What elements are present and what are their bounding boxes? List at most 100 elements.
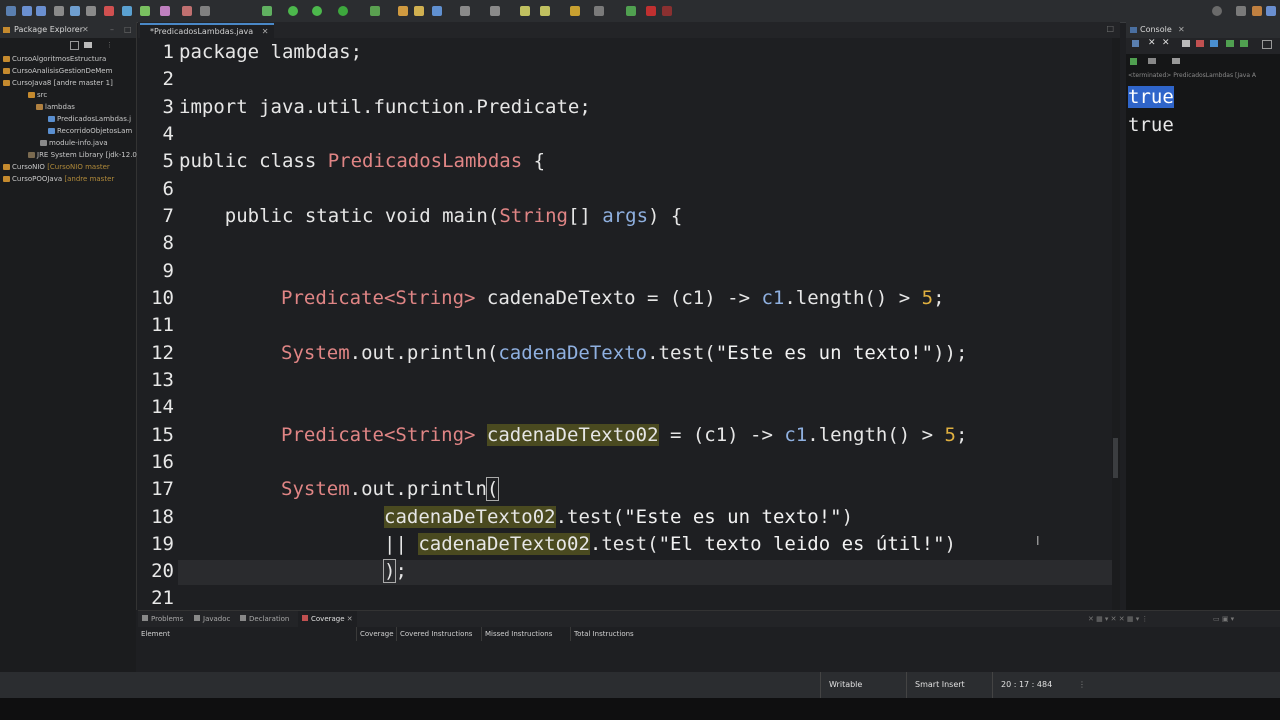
coverage-icon[interactable] bbox=[104, 6, 114, 16]
forward-icon[interactable] bbox=[594, 6, 604, 16]
package-explorer-tab[interactable]: Package Explorer ✕ – □ bbox=[0, 22, 136, 38]
next-annotation-icon[interactable] bbox=[520, 6, 530, 16]
current-line-highlight bbox=[178, 560, 1112, 585]
code-line: package lambdas; bbox=[179, 41, 363, 63]
quick-access-search-icon[interactable] bbox=[1212, 6, 1222, 16]
scroll-thumb[interactable] bbox=[1113, 438, 1118, 478]
tree-item[interactable]: JRE System Library [jdk-12.0 bbox=[28, 151, 137, 160]
code-line: System.out.println( bbox=[281, 477, 500, 501]
java-perspective-icon[interactable] bbox=[1252, 6, 1262, 16]
column-header[interactable]: Missed Instructions bbox=[481, 627, 552, 641]
print-icon[interactable] bbox=[54, 6, 64, 16]
tool-icon[interactable] bbox=[86, 6, 96, 16]
tab-problems[interactable]: Problems bbox=[142, 611, 183, 627]
console-tab[interactable]: Console ✕ bbox=[1126, 22, 1280, 38]
debug-icon[interactable] bbox=[262, 6, 272, 16]
line-number: 2 bbox=[162, 68, 174, 90]
remove-all-icon[interactable]: ✕ bbox=[1162, 38, 1170, 48]
maximize-icon[interactable] bbox=[1262, 40, 1272, 49]
tree-item[interactable]: CursoAlgoritmosEstructura bbox=[3, 55, 106, 64]
debug-perspective-icon[interactable] bbox=[1266, 6, 1276, 16]
column-header[interactable]: Coverage bbox=[356, 627, 394, 641]
open-type-icon[interactable] bbox=[398, 6, 408, 16]
tree-item[interactable]: PredicadosLambdas.j bbox=[48, 115, 131, 124]
new-console-icon[interactable] bbox=[1172, 58, 1180, 64]
view-menu-icon[interactable]: ⋮ bbox=[106, 41, 113, 49]
status-menu-icon[interactable]: ⋮ bbox=[1078, 672, 1086, 698]
tree-item[interactable]: CursoJava8 [andre master 1] bbox=[3, 79, 113, 88]
view-menu-icon[interactable]: ▭ ▣ ▾ bbox=[1213, 611, 1234, 627]
back-icon[interactable] bbox=[570, 6, 580, 16]
outline-icon[interactable] bbox=[460, 6, 470, 16]
tree-item[interactable]: src bbox=[28, 91, 47, 100]
tree-item[interactable]: module-info.java bbox=[40, 139, 108, 148]
perspective-icon[interactable] bbox=[626, 6, 636, 16]
close-icon[interactable]: ✕ bbox=[1178, 22, 1185, 38]
tab-javadoc[interactable]: Javadoc bbox=[194, 611, 230, 627]
coverage-toolbar-icons[interactable]: ✕ ▦ ▾ ✕ ✕ ▦ ▾ ⋮ bbox=[1088, 611, 1148, 627]
close-icon[interactable]: ✕ bbox=[347, 615, 353, 623]
new-icon[interactable] bbox=[6, 6, 16, 16]
run-coverage-icon[interactable] bbox=[312, 6, 322, 16]
bracket-match: ) bbox=[382, 559, 397, 583]
console-list-icon[interactable] bbox=[1148, 58, 1156, 64]
clear-console-icon[interactable] bbox=[1182, 40, 1190, 47]
column-header[interactable]: Element bbox=[138, 627, 170, 641]
column-header[interactable]: Total Instructions bbox=[570, 627, 634, 641]
pin-icon[interactable] bbox=[1132, 40, 1139, 47]
display-console-icon[interactable] bbox=[1226, 40, 1234, 47]
minimize-icon[interactable]: – bbox=[110, 22, 114, 38]
tree-item[interactable]: RecorridoObjetosLam bbox=[48, 127, 132, 136]
code-line: ); bbox=[382, 559, 407, 583]
search-icon[interactable] bbox=[432, 6, 442, 16]
open-console-icon[interactable] bbox=[1240, 40, 1248, 47]
word-wrap-icon[interactable] bbox=[1210, 40, 1218, 47]
code-line: Predicate<String> cadenaDeTexto02 = (c1)… bbox=[281, 424, 968, 446]
refresh-icon[interactable] bbox=[122, 6, 132, 16]
save-icon[interactable] bbox=[22, 6, 32, 16]
edit-icon[interactable] bbox=[182, 6, 192, 16]
tree-item[interactable]: CursoAnalisisGestionDeMem bbox=[3, 67, 112, 76]
close-icon[interactable]: ✕ bbox=[262, 27, 269, 36]
save-all-icon[interactable] bbox=[36, 6, 46, 16]
external-tools-icon[interactable] bbox=[338, 6, 348, 16]
line-number: 5 bbox=[162, 150, 174, 172]
occurrence-highlight: cadenaDeTexto02 bbox=[486, 424, 659, 446]
close-icon[interactable]: ✕ bbox=[82, 22, 89, 38]
maximize-icon[interactable]: □ bbox=[1106, 24, 1114, 33]
line-number: 11 bbox=[151, 314, 174, 336]
tree-item[interactable]: lambdas bbox=[36, 103, 75, 112]
coverage-table-header: Element Coverage Covered Instructions Mi… bbox=[138, 627, 1280, 641]
tree-item[interactable]: CursoNIO [CursoNIO master bbox=[3, 163, 110, 172]
package-explorer-title: Package Explorer bbox=[14, 25, 84, 34]
tab-declaration[interactable]: Declaration bbox=[240, 611, 289, 627]
tab-coverage[interactable]: Coverage ✕ bbox=[298, 611, 357, 627]
perspective-switch-icon[interactable] bbox=[1236, 6, 1246, 16]
prev-annotation-icon[interactable] bbox=[540, 6, 550, 16]
run-ant-icon[interactable] bbox=[370, 6, 380, 16]
terminate-icon[interactable]: ✕ bbox=[1148, 38, 1156, 48]
record-icon[interactable] bbox=[662, 6, 672, 16]
code-editor[interactable]: 1 2 3 4 5 6 7 8 9 10 11 12 13 14 15 16 1… bbox=[138, 38, 1116, 610]
annotation-icon[interactable] bbox=[490, 6, 500, 16]
open-task-icon[interactable] bbox=[414, 6, 424, 16]
editor-scrollbar[interactable] bbox=[1112, 38, 1120, 610]
bottom-panel: Problems Javadoc Declaration Coverage ✕ … bbox=[138, 610, 1280, 673]
terminal-icon[interactable] bbox=[70, 6, 80, 16]
scroll-lock-icon[interactable] bbox=[1196, 40, 1204, 47]
link-editor-icon[interactable] bbox=[84, 42, 92, 48]
collapse-all-icon[interactable] bbox=[70, 41, 79, 50]
maximize-icon[interactable]: □ bbox=[124, 22, 132, 38]
new-package-icon[interactable] bbox=[160, 6, 170, 16]
run-icon[interactable] bbox=[288, 6, 298, 16]
toggle-icon[interactable] bbox=[200, 6, 210, 16]
console-toolbar: ✕ ✕ bbox=[1130, 38, 1280, 50]
bottom-tab-bar: Problems Javadoc Declaration Coverage ✕ … bbox=[138, 611, 1280, 627]
run-icon[interactable] bbox=[1130, 58, 1137, 65]
column-header[interactable]: Covered Instructions bbox=[396, 627, 472, 641]
console-view[interactable]: <terminated> PredicadosLambdas [Java A t… bbox=[1126, 54, 1280, 610]
new-java-project-icon[interactable] bbox=[140, 6, 150, 16]
line-number: 21 bbox=[151, 587, 174, 609]
tree-item[interactable]: CursoPOOJava [andre master bbox=[3, 175, 114, 184]
stop-icon[interactable] bbox=[646, 6, 656, 16]
